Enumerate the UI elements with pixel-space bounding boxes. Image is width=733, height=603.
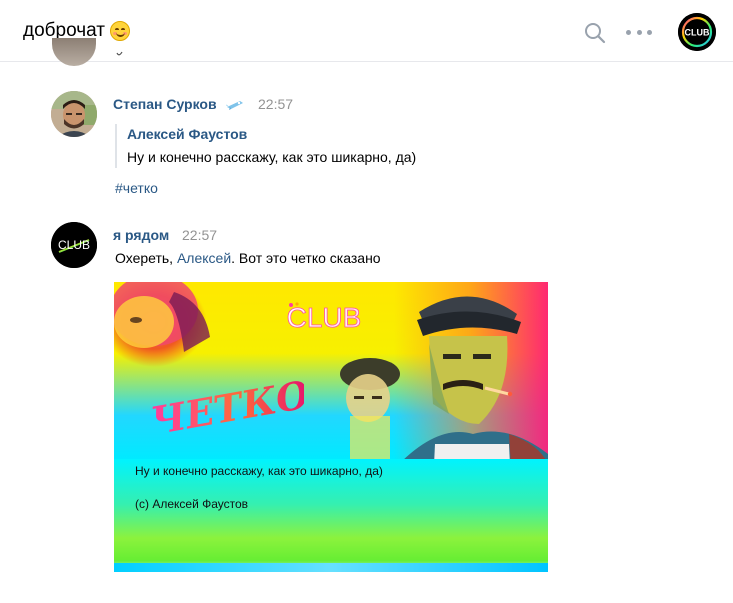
svg-text:CLUB: CLUB bbox=[287, 302, 362, 333]
svg-text:ЧЕТКО!: ЧЕТКО! bbox=[147, 372, 304, 442]
search-button[interactable] bbox=[584, 22, 606, 44]
message-time[interactable]: 22:57 bbox=[182, 227, 217, 243]
stylized-text: ЧЕТКО! bbox=[147, 372, 304, 442]
message-text-end: . Вот это четко сказано bbox=[231, 250, 381, 266]
image-attachment[interactable]: CLUB ЧЕТКО! Ну и конечно расскажу, как э… bbox=[114, 282, 548, 572]
attachment-caption: Ну и конечно расскажу, как это шикарно, … bbox=[135, 464, 383, 478]
person-figure bbox=[114, 282, 210, 352]
mention-link[interactable]: Алексей bbox=[177, 250, 231, 266]
spaceship-icon bbox=[226, 101, 243, 110]
chat-header: доброчат CLUB bbox=[0, 0, 733, 62]
club-logo-icon: CLUB bbox=[51, 222, 97, 268]
user-photo bbox=[51, 91, 97, 137]
message-text: Охереть, Алексей. Вот это четко сказано bbox=[115, 250, 381, 266]
message-author[interactable]: Степан Сурков bbox=[113, 96, 217, 112]
attachment-border bbox=[114, 563, 548, 572]
reply-text: Ну и конечно расскажу, как это шикарно, … bbox=[127, 149, 417, 165]
club-logo: CLUB bbox=[286, 302, 362, 334]
previous-message-fragment bbox=[116, 51, 123, 56]
reply-quote[interactable]: Алексей Фаустов Ну и конечно расскажу, к… bbox=[115, 124, 416, 168]
more-horizontal-icon bbox=[626, 29, 631, 35]
more-button[interactable] bbox=[626, 24, 652, 40]
avatar[interactable] bbox=[51, 91, 97, 137]
avatar[interactable]: CLUB bbox=[51, 222, 97, 268]
svg-text:CLUB: CLUB bbox=[58, 238, 90, 252]
chat-avatar[interactable]: CLUB bbox=[678, 13, 716, 51]
hashtag-link[interactable]: #четко bbox=[115, 180, 158, 196]
search-icon bbox=[585, 23, 606, 44]
message-author[interactable]: я рядом bbox=[113, 227, 169, 243]
attachment-credit: (с) Алексей Фаустов bbox=[135, 497, 249, 511]
message-text-start: Охереть, bbox=[115, 250, 177, 266]
reply-author[interactable]: Алексей Фаустов bbox=[127, 126, 416, 142]
club-logo-icon: CLUB bbox=[678, 13, 716, 51]
message-time[interactable]: 22:57 bbox=[258, 96, 293, 112]
svg-text:CLUB: CLUB bbox=[685, 28, 710, 38]
smiling-face-icon bbox=[110, 21, 131, 41]
person-figure bbox=[340, 358, 400, 462]
